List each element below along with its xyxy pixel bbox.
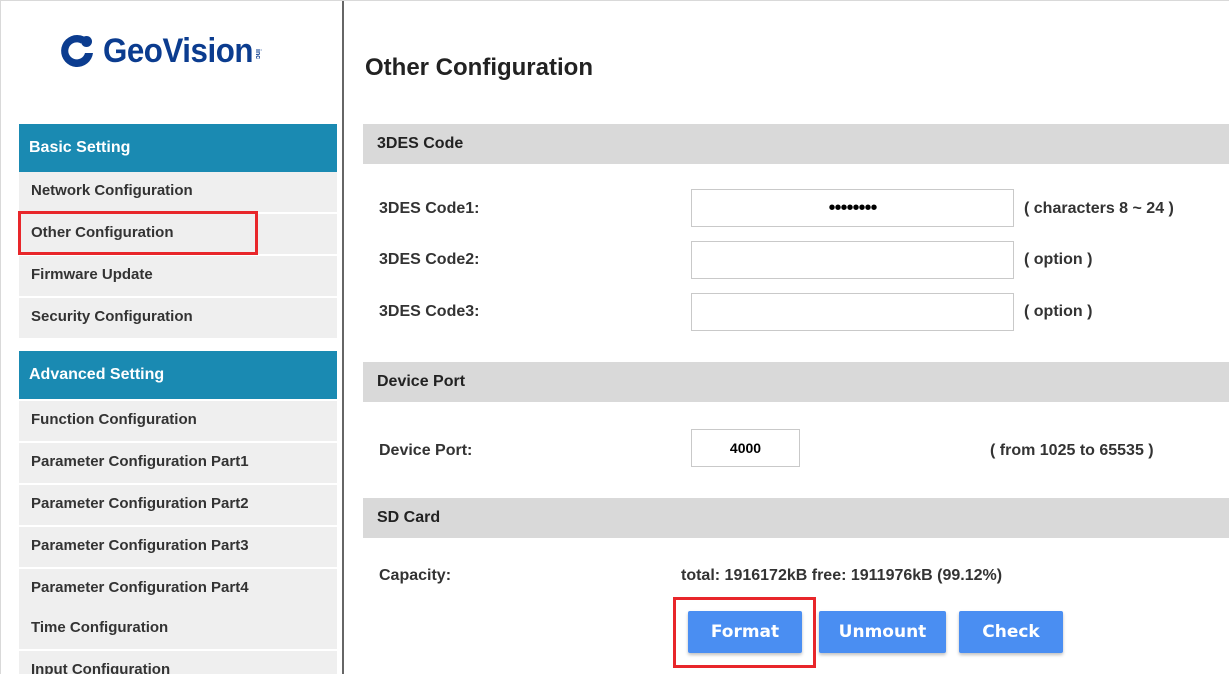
geovision-logo-icon (61, 34, 93, 67)
device-port-label: Device Port: (379, 442, 473, 459)
sidebar-item-other-configuration[interactable]: Other Configuration (19, 214, 337, 255)
sidebar-item-security-configuration[interactable]: Security Configuration (19, 298, 337, 339)
sidebar-item-parameter-configuration-part4[interactable]: Parameter Configuration Part4 (19, 569, 337, 610)
3des-code1-hint: ( characters 8 ~ 24 ) (1024, 200, 1174, 217)
section-3des-code: 3DES Code (363, 124, 1229, 164)
sidebar-item-function-configuration[interactable]: Function Configuration (19, 401, 337, 442)
check-button[interactable]: Check (959, 611, 1063, 653)
3des-code2-label: 3DES Code2: (379, 251, 480, 268)
app-window: GeoVision inc Basic Setting Network Conf… (0, 0, 1229, 674)
sidebar-item-firmware-update[interactable]: Firmware Update (19, 256, 337, 297)
format-button[interactable]: Format (688, 611, 802, 653)
section-sd-card: SD Card (363, 498, 1229, 538)
device-port-hint: ( from 1025 to 65535 ) (990, 442, 1154, 459)
main-content: Other Configuration 3DES Code 3DES Code1… (344, 1, 1229, 674)
sidebar-item-input-configuration[interactable]: Input Configuration (19, 651, 337, 674)
page-title: Other Configuration (365, 54, 593, 81)
sidebar-item-parameter-configuration-part1[interactable]: Parameter Configuration Part1 (19, 443, 337, 484)
3des-code1-label: 3DES Code1: (379, 200, 480, 217)
sidebar-item-network-configuration[interactable]: Network Configuration (19, 172, 337, 213)
advanced-setting-header[interactable]: Advanced Setting (19, 351, 337, 399)
3des-code2-input[interactable] (691, 241, 1014, 279)
sidebar-item-time-configuration[interactable]: Time Configuration (19, 609, 337, 650)
sidebar-item-parameter-configuration-part2[interactable]: Parameter Configuration Part2 (19, 485, 337, 526)
3des-code1-input[interactable] (691, 189, 1014, 227)
section-device-port: Device Port (363, 362, 1229, 402)
3des-code3-input[interactable] (691, 293, 1014, 331)
unmount-button[interactable]: Unmount (819, 611, 946, 653)
3des-code3-hint: ( option ) (1024, 303, 1093, 320)
sidebar-item-parameter-configuration-part3[interactable]: Parameter Configuration Part3 (19, 527, 337, 568)
capacity-label: Capacity: (379, 567, 452, 584)
3des-code3-label: 3DES Code3: (379, 303, 480, 320)
brand-suffix: inc (254, 48, 262, 60)
sidebar: GeoVision inc Basic Setting Network Conf… (1, 1, 338, 674)
3des-code2-hint: ( option ) (1024, 251, 1093, 268)
geovision-logo: GeoVision inc (57, 26, 261, 76)
brand-name: GeoVision (103, 31, 253, 70)
capacity-value: total: 1916172kB free: 1911976kB (99.12%… (681, 567, 1003, 584)
device-port-input[interactable] (691, 429, 800, 467)
basic-setting-header[interactable]: Basic Setting (19, 124, 337, 172)
